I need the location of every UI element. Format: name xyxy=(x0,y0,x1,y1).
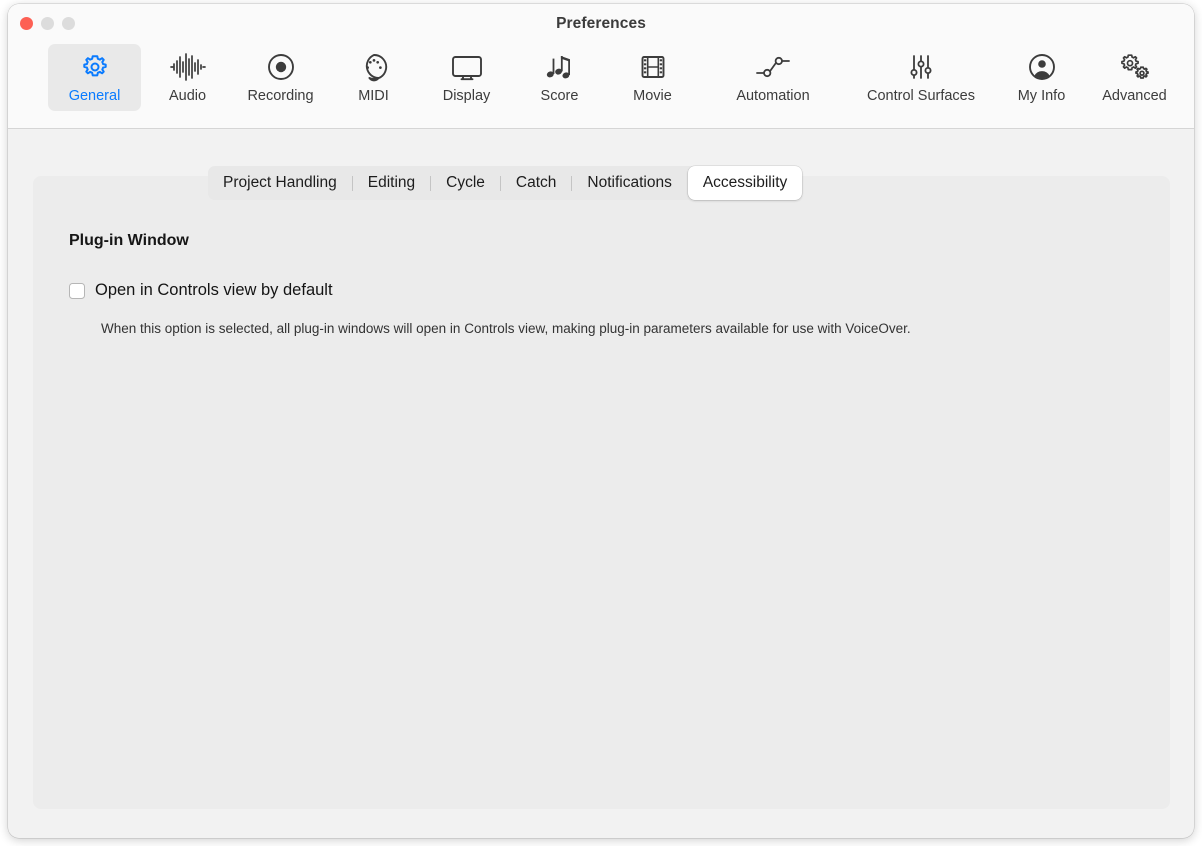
automation-nodes-icon xyxy=(754,50,792,84)
toolbar-item-advanced[interactable]: Advanced xyxy=(1088,44,1181,111)
toolbar-item-midi[interactable]: MIDI xyxy=(327,44,420,111)
record-circle-icon xyxy=(266,50,296,84)
toolbar-tab-list: General Audio Recording MIDI Display Sco… xyxy=(48,44,1181,111)
toolbar-item-automation[interactable]: Automation xyxy=(699,44,847,111)
sliders-icon xyxy=(906,50,936,84)
person-circle-icon xyxy=(1027,50,1057,84)
tab-label: Notifications xyxy=(587,174,672,191)
preference-pane-tabs: Project Handling Editing Cycle Catch Not… xyxy=(208,166,803,200)
toolbar-item-audio[interactable]: Audio xyxy=(141,44,234,111)
toolbar-item-movie[interactable]: Movie xyxy=(606,44,699,111)
accessibility-settings-panel: Plug-in Window Open in Controls view by … xyxy=(33,176,1170,809)
tab-catch[interactable]: Catch xyxy=(501,166,572,200)
open-in-controls-view-row[interactable]: Open in Controls view by default xyxy=(69,281,333,300)
section-heading-plugin-window: Plug-in Window xyxy=(69,232,189,249)
toolbar-item-label: Display xyxy=(442,88,491,104)
toolbar-item-label: Audio xyxy=(168,88,207,104)
tab-project-handling[interactable]: Project Handling xyxy=(208,166,352,200)
toolbar-item-label: Recording xyxy=(247,88,314,104)
tab-label: Cycle xyxy=(446,174,485,191)
tab-label: Accessibility xyxy=(702,174,788,191)
tab-cycle[interactable]: Cycle xyxy=(431,166,500,200)
toolbar-item-label: Score xyxy=(540,88,579,104)
preferences-window: Preferences General Audio Recording MIDI… xyxy=(8,4,1194,838)
toolbar-item-label: My Info xyxy=(1017,88,1066,104)
toolbar-item-label: General xyxy=(68,88,121,104)
midi-din-icon xyxy=(359,50,389,84)
window-toolbar: Preferences General Audio Recording MIDI… xyxy=(8,4,1194,129)
tab-label: Editing xyxy=(367,174,416,191)
tab-notifications[interactable]: Notifications xyxy=(572,166,686,200)
tab-accessibility[interactable]: Accessibility xyxy=(687,166,803,200)
waveform-icon xyxy=(168,50,208,84)
tab-label: Project Handling xyxy=(223,174,337,191)
open-in-controls-view-checkbox[interactable] xyxy=(69,282,85,299)
film-strip-icon xyxy=(638,50,668,84)
toolbar-item-my-info[interactable]: My Info xyxy=(995,44,1088,111)
double-gear-icon xyxy=(1118,50,1152,84)
toolbar-item-control-surfaces[interactable]: Control Surfaces xyxy=(847,44,995,111)
window-title: Preferences xyxy=(556,15,646,32)
tab-label: Catch xyxy=(515,174,557,191)
toolbar-item-label: Movie xyxy=(633,88,672,104)
toolbar-item-score[interactable]: Score xyxy=(513,44,606,111)
toolbar-item-recording[interactable]: Recording xyxy=(234,44,327,111)
toolbar-item-label: Automation xyxy=(736,88,810,104)
toolbar-item-label: Advanced xyxy=(1102,88,1167,104)
gear-icon xyxy=(80,50,110,84)
toolbar-item-label: Control Surfaces xyxy=(867,88,975,104)
toolbar-item-label: MIDI xyxy=(358,88,389,104)
toolbar-item-display[interactable]: Display xyxy=(420,44,513,111)
music-notes-icon xyxy=(544,50,576,84)
tab-editing[interactable]: Editing xyxy=(353,166,430,200)
toolbar-item-general[interactable]: General xyxy=(48,44,141,111)
open-in-controls-view-label: Open in Controls view by default xyxy=(95,281,333,299)
open-in-controls-view-description: When this option is selected, all plug-i… xyxy=(101,321,911,336)
monitor-icon xyxy=(450,50,484,84)
